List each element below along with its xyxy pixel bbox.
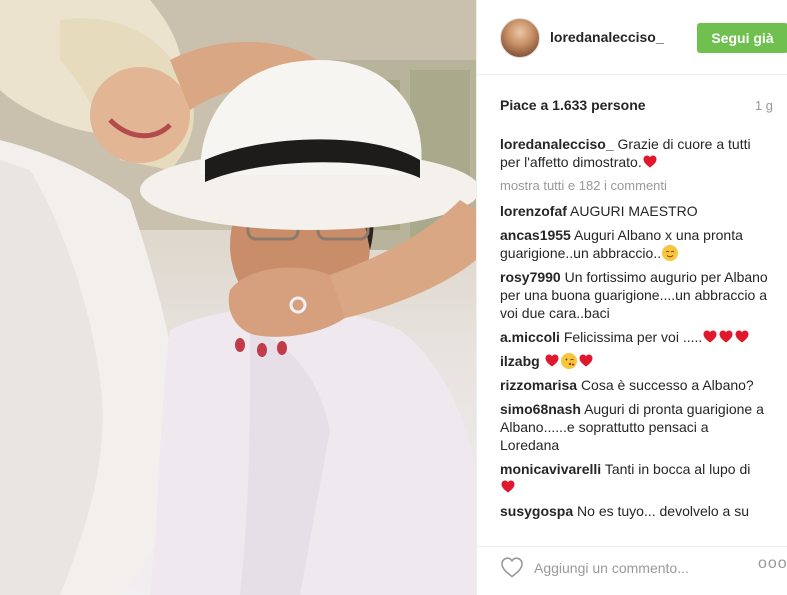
comment-username[interactable]: rizzomarisa: [500, 377, 577, 393]
comment-username[interactable]: rosy7990: [500, 269, 561, 285]
comment-text: AUGURI MAESTRO: [570, 203, 698, 219]
comment-item: monicavivarelli Tanti in bocca al lupo d…: [500, 460, 770, 496]
avatar[interactable]: [500, 18, 540, 58]
comment-item: ilzabg: [500, 352, 770, 370]
comment-item: rizzomarisa Cosa è successo a Albano?: [500, 376, 770, 394]
comment-username[interactable]: a.miccoli: [500, 329, 560, 345]
heart-emoji: [735, 330, 749, 343]
post-footer: ooo: [477, 546, 787, 595]
comment-username[interactable]: ancas1955: [500, 227, 571, 243]
show-all-comments-link[interactable]: mostra tutti e 182 i commenti: [500, 177, 770, 195]
heart-emoji: [719, 330, 733, 343]
kissing-face-emoji: [560, 353, 577, 369]
post-author-username[interactable]: loredanalecciso_: [550, 29, 664, 45]
heart-icon[interactable]: [500, 556, 524, 578]
comment-item: a.miccoli Felicissima per voi .....: [500, 328, 770, 346]
sparkling-heart-emoji: [545, 354, 559, 367]
blushing-face-emoji: [662, 245, 679, 261]
comments-list: loredanalecciso_ Grazie di cuore a tutti…: [500, 135, 770, 526]
photo-illustration: [0, 0, 476, 595]
comment-item: ancas1955 Auguri Albano x una pronta gua…: [500, 226, 770, 262]
follow-button[interactable]: Segui già: [697, 23, 787, 53]
heart-emoji: [703, 330, 717, 343]
comment-username[interactable]: simo68nash: [500, 401, 581, 417]
comment-username[interactable]: susygospa: [500, 503, 573, 519]
comment-text: No es tuyo... devolvelo a su: [577, 503, 750, 519]
add-comment-input[interactable]: [534, 558, 734, 578]
comment-item: susygospa No es tuyo... devolvelo a su: [500, 502, 770, 520]
heart-emoji: [501, 480, 515, 493]
comment-text: Cosa è successo a Albano?: [580, 377, 754, 393]
comment-username[interactable]: ilzabg: [500, 353, 540, 369]
comment-username[interactable]: lorenzofaf: [500, 203, 567, 219]
comment-username[interactable]: monicavivarelli: [500, 461, 601, 477]
heart-emoji: [643, 155, 657, 168]
comment-item: loredanalecciso_ Grazie di cuore a tutti…: [500, 135, 770, 171]
comment-text: Felicissima per voi .....: [563, 329, 703, 345]
likes-count[interactable]: Piace a 1.633 persone: [500, 97, 646, 113]
post-sidebar: loredanalecciso_ Segui già Piace a 1.633…: [476, 0, 787, 595]
ellipsis-icon[interactable]: ooo: [758, 555, 787, 573]
sparkling-heart-emoji: [579, 354, 593, 367]
comment-text: Tanti in bocca al lupo di: [604, 461, 751, 477]
comment-item: rosy7990 Un fortissimo augurio per Alban…: [500, 268, 770, 322]
post-timestamp[interactable]: 1 g: [755, 98, 773, 113]
comment-item: lorenzofaf AUGURI MAESTRO: [500, 202, 770, 220]
comment-username[interactable]: loredanalecciso_: [500, 136, 614, 152]
post-header: loredanalecciso_ Segui già: [477, 0, 787, 75]
comment-item: simo68nash Auguri di pronta guarigione a…: [500, 400, 770, 454]
post-photo[interactable]: [0, 0, 476, 595]
